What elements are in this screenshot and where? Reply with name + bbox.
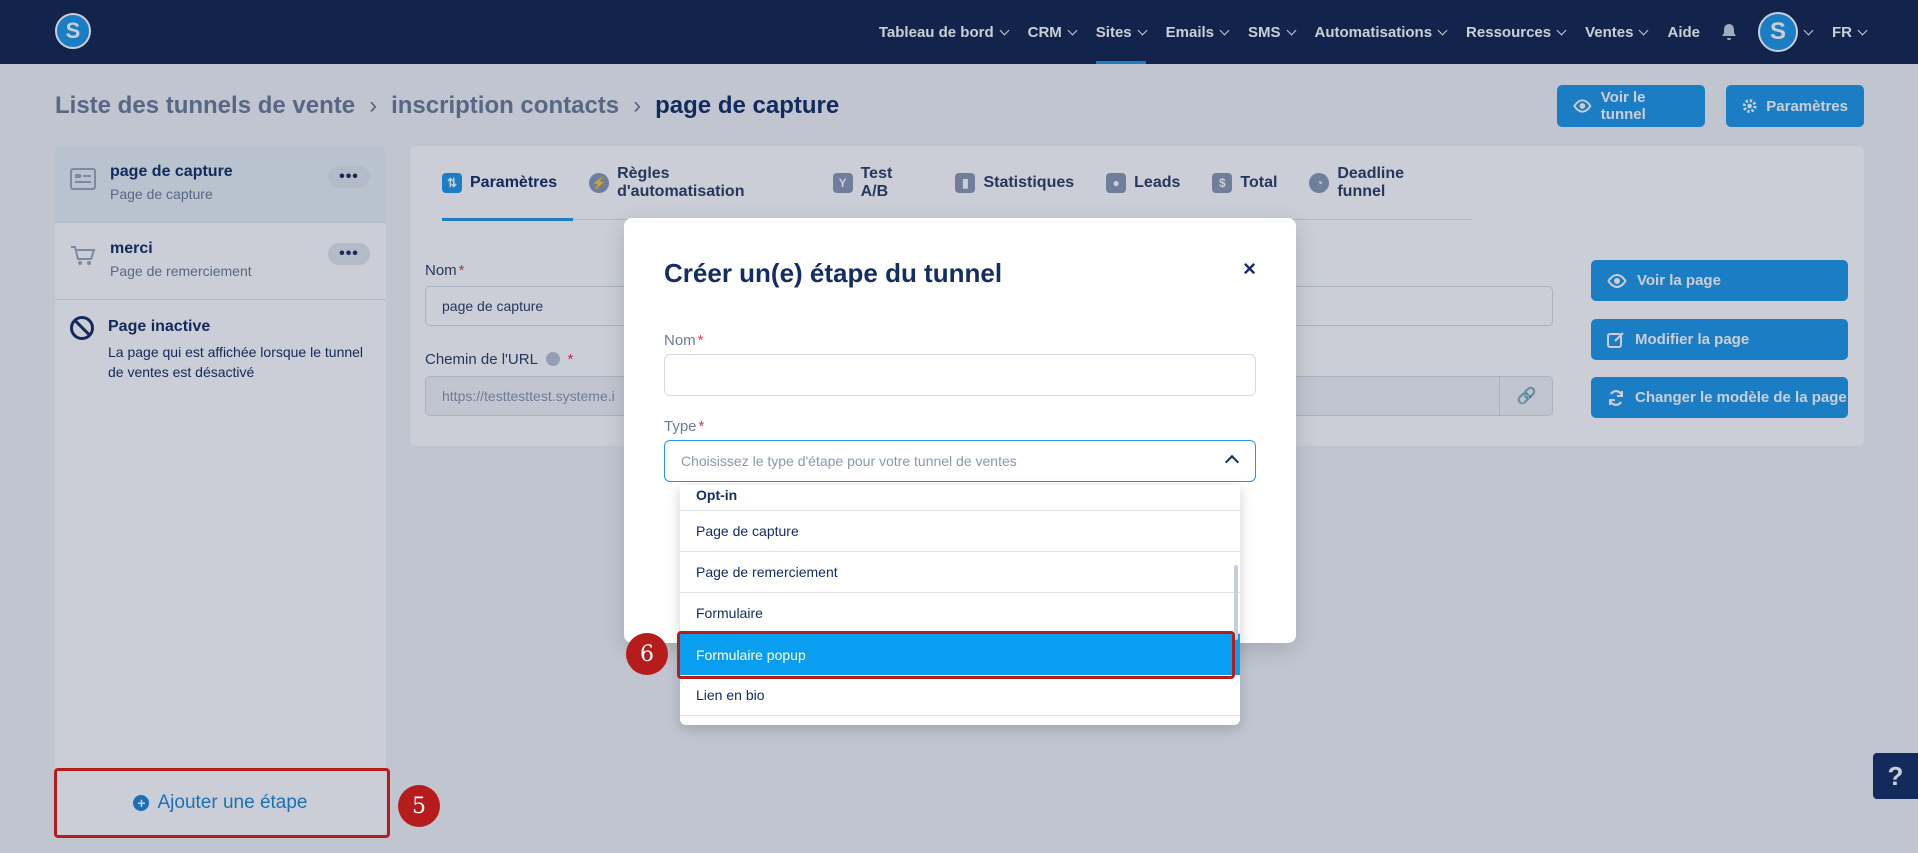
highlight-add-step — [54, 768, 390, 838]
dropdown-group-label: Opt-in — [680, 485, 1240, 511]
chevron-up-icon — [1224, 454, 1240, 470]
annotation-badge-6: 6 — [626, 633, 668, 675]
modal-title: Créer un(e) étape du tunnel — [664, 258, 1003, 288]
option-page-de-remerciement[interactable]: Page de remerciement — [680, 552, 1240, 593]
required-marker: * — [697, 332, 704, 349]
highlight-formulaire-popup — [677, 631, 1235, 679]
option-lien-en-bio[interactable]: Lien en bio — [680, 675, 1240, 716]
option-page-de-capture[interactable]: Page de capture — [680, 511, 1240, 552]
annotation-badge-5: 5 — [398, 785, 440, 827]
close-icon[interactable]: × — [1243, 256, 1256, 282]
required-marker: * — [698, 418, 705, 435]
type-dropdown-list: Opt-in Page de capture Page de remerciem… — [680, 485, 1240, 725]
name-input[interactable] — [664, 354, 1256, 396]
type-label: Type * — [664, 418, 705, 435]
type-select[interactable]: Choisissez le type d'étape pour votre tu… — [664, 440, 1256, 482]
dropdown-scrollbar[interactable] — [1234, 565, 1238, 640]
option-formulaire[interactable]: Formulaire — [680, 593, 1240, 634]
name-label: Nom * — [664, 332, 704, 349]
type-select-placeholder: Choisissez le type d'étape pour votre tu… — [681, 453, 1017, 469]
